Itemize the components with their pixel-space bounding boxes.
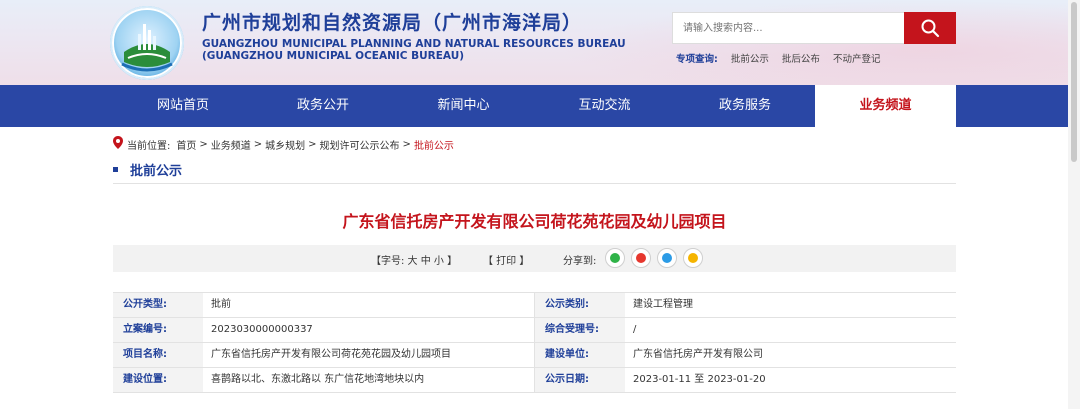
label-construction-unit: 建设单位: [535, 343, 625, 367]
breadcrumb-urban-planning[interactable]: 城乡规划 [265, 137, 305, 152]
section-title: 批前公示 [113, 160, 182, 179]
bureau-logo[interactable] [110, 6, 184, 80]
breadcrumb-separator: > [308, 138, 317, 150]
breadcrumb-separator: > [253, 138, 263, 150]
site-header: 广州市规划和自然资源局（广州市海洋局） GUANGZHOU MUNICIPAL … [0, 0, 1080, 85]
value-notice-date: 2023-01-11 至 2023-01-20 [633, 374, 766, 385]
site-title-en-line2: (GUANGZHOU MUNICIPAL OCEANIC BUREAU) [202, 50, 465, 62]
article-toolbar: 【字号: 大 中 小 】 【 打印 】 分享到: [113, 245, 956, 272]
table-row: 项目名称: 广东省信托房产开发有限公司荷花苑花园及幼儿园项目 建设单位: 广东省… [113, 343, 956, 368]
value-notice-category: 建设工程管理 [633, 299, 693, 310]
special-link-pre-approval[interactable]: 批前公示 [731, 54, 769, 65]
label-construction-location: 建设位置: [113, 368, 203, 392]
breadcrumb: 当前位置: 首页 > 业务频道 > 城乡规划 > 规划许可公示公布 > 批前公示 [113, 136, 454, 152]
value-disclosure-type: 批前 [203, 293, 535, 317]
breadcrumb-business[interactable]: 业务频道 [211, 137, 251, 152]
location-pin-icon [113, 136, 123, 152]
scrollbar-thumb[interactable] [1071, 2, 1077, 162]
nav-item-services[interactable]: 政务服务 [675, 85, 815, 127]
font-size-control[interactable]: 【字号: 大 中 小 】 [371, 252, 457, 267]
section-title-text: 批前公示 [130, 164, 183, 179]
label-notice-category: 公示类别: [535, 293, 625, 317]
breadcrumb-separator: > [402, 138, 411, 150]
breadcrumb-current[interactable]: 批前公示 [414, 137, 454, 152]
section-bullet-icon [113, 167, 118, 172]
value-construction-location: 喜鹊路以北、东激北路以 东广信花地湾地块以内 [203, 368, 535, 392]
logo-emblem-icon [112, 8, 182, 78]
table-row: 公开类型: 批前 公示类别: 建设工程管理 [113, 293, 956, 318]
special-query-label: 专项查询: [676, 54, 718, 65]
nav-item-business[interactable]: 业务频道 [815, 85, 956, 127]
qzone-icon[interactable] [683, 248, 703, 268]
search-input[interactable] [672, 12, 904, 44]
share-label: 分享到: [563, 256, 597, 267]
breadcrumb-separator: > [199, 138, 208, 150]
value-acceptance-number: / [633, 324, 637, 335]
nav-item-gov-affairs[interactable]: 政务公开 [253, 85, 393, 127]
wechat-icon[interactable] [605, 248, 625, 268]
document-title: 广东省信托房产开发有限公司荷花苑花园及幼儿园项目 [342, 212, 727, 231]
value-construction-unit: 广东省信托房产开发有限公司 [633, 349, 763, 360]
value-project-name: 广东省信托房产开发有限公司荷花苑花园及幼儿园项目 [203, 343, 535, 367]
label-disclosure-type: 公开类型: [113, 293, 203, 317]
label-project-name: 项目名称: [113, 343, 203, 367]
print-button[interactable]: 【 打印 】 [483, 252, 529, 267]
breadcrumb-home[interactable]: 首页 [176, 137, 196, 152]
main-nav: 网站首页 政务公开 新闻中心 互动交流 政务服务 业务频道 [0, 85, 1080, 127]
special-query: 专项查询: 批前公示 批后公布 不动产登记 [676, 51, 890, 65]
label-notice-date: 公示日期: [535, 368, 625, 392]
table-row: 立案编号: 2023030000000337 综合受理号: / [113, 318, 956, 343]
label-acceptance-number: 综合受理号: [535, 318, 625, 342]
page-scrollbar[interactable] [1068, 0, 1080, 409]
section-divider [113, 183, 956, 184]
special-link-real-estate[interactable]: 不动产登记 [833, 54, 881, 65]
weibo-icon[interactable] [631, 248, 651, 268]
label-case-number: 立案编号: [113, 318, 203, 342]
breadcrumb-prefix: 当前位置: [127, 140, 171, 152]
value-case-number: 2023030000000337 [203, 318, 535, 342]
site-title-cn: 广州市规划和自然资源局（广州市海洋局） [202, 12, 583, 34]
nav-item-news[interactable]: 新闻中心 [393, 85, 534, 127]
qq-icon[interactable] [657, 248, 677, 268]
special-link-post-approval[interactable]: 批后公布 [782, 54, 820, 65]
search-icon [921, 19, 940, 38]
nav-item-home[interactable]: 网站首页 [113, 85, 253, 127]
table-row: 建设位置: 喜鹊路以北、东激北路以 东广信花地湾地块以内 公示日期: 2023-… [113, 368, 956, 393]
site-title-en-line1: GUANGZHOU MUNICIPAL PLANNING AND NATURAL… [202, 38, 626, 50]
nav-item-interaction[interactable]: 互动交流 [534, 85, 675, 127]
info-table: 公开类型: 批前 公示类别: 建设工程管理 立案编号: 202303000000… [113, 292, 956, 393]
breadcrumb-permit-notice[interactable]: 规划许可公示公布 [320, 137, 400, 152]
search-button[interactable] [904, 12, 956, 44]
